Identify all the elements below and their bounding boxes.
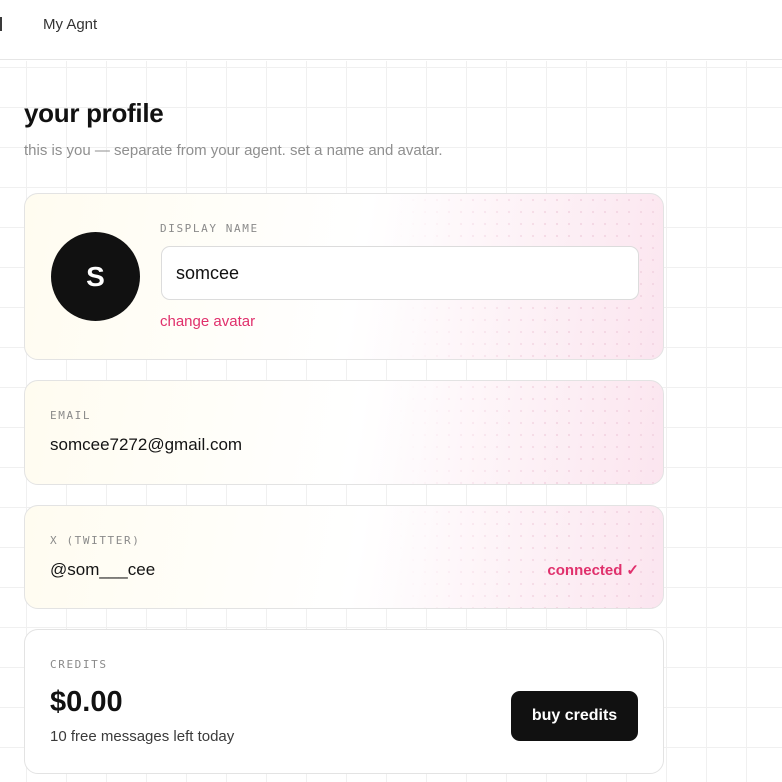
credits-card: CREDITS $0.00 10 free messages left toda…: [24, 629, 664, 774]
buy-credits-button[interactable]: buy credits: [511, 691, 638, 741]
credits-label: CREDITS: [50, 658, 108, 671]
twitter-card: X (TWITTER) @som___cee connected ✓: [24, 505, 664, 609]
display-name-card: S DISPLAY NAME change avatar: [24, 193, 664, 360]
display-name-label: DISPLAY NAME: [160, 222, 259, 235]
email-value: somcee7272@gmail.com: [50, 435, 243, 454]
nav-link-my-agent[interactable]: My Agnt: [43, 16, 97, 33]
page-subtitle: this is you — separate from your agent. …: [24, 142, 443, 159]
nav-previous-item-edge: [0, 17, 2, 31]
connected-label: connected: [547, 561, 623, 579]
display-name-input[interactable]: [161, 246, 639, 300]
email-label: EMAIL: [50, 409, 92, 422]
change-avatar-link[interactable]: change avatar: [160, 313, 255, 330]
email-card: EMAIL somcee7272@gmail.com: [24, 380, 664, 485]
checkmark-icon: ✓: [626, 562, 639, 579]
free-messages-note: 10 free messages left today: [50, 728, 235, 745]
top-nav: My Agnt: [0, 0, 782, 60]
page-title: your profile: [24, 98, 164, 128]
twitter-connected-status: connected ✓: [547, 561, 639, 580]
twitter-label: X (TWITTER): [50, 534, 141, 547]
avatar[interactable]: S: [51, 232, 140, 321]
twitter-handle: @som___cee: [50, 560, 156, 579]
credits-amount: $0.00: [50, 686, 123, 718]
